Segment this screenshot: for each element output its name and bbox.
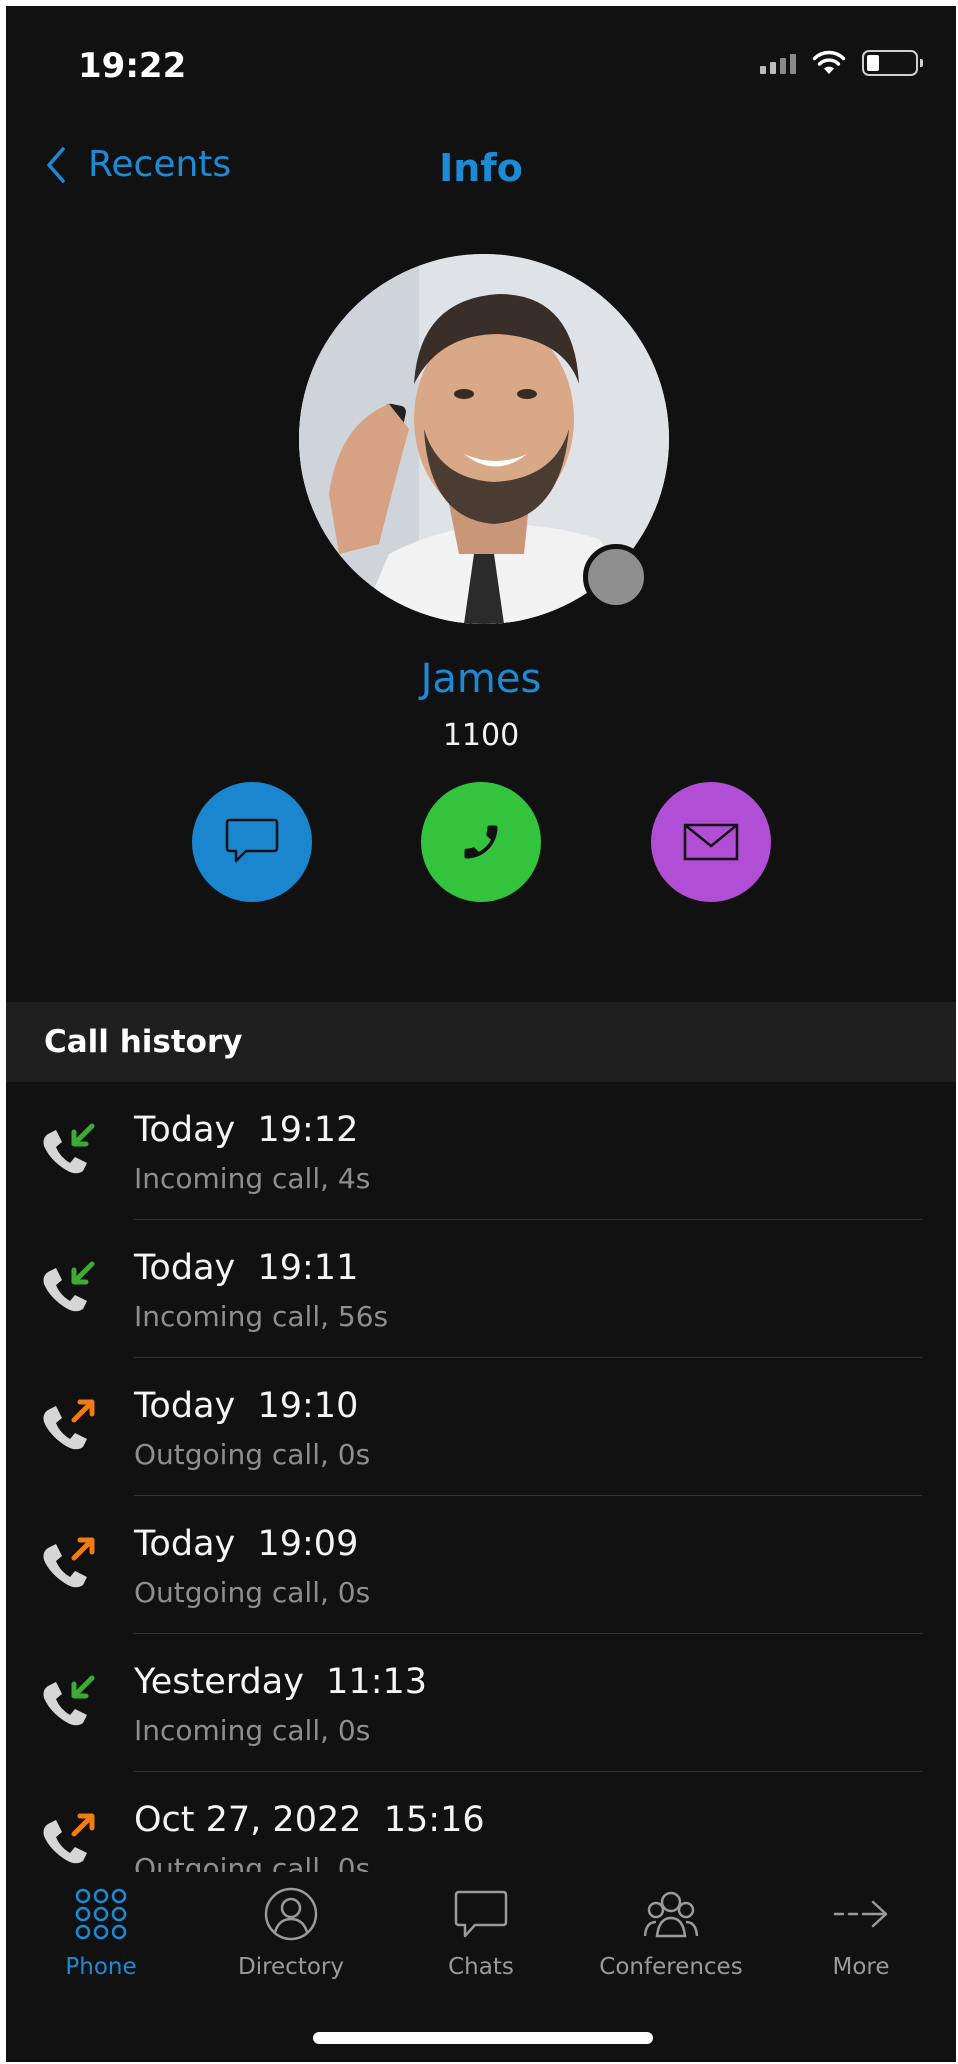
list-item[interactable]: Oct 27, 2022 15:16 Outgoing call, 0s (6, 1772, 956, 1872)
chat-button[interactable] (192, 782, 312, 902)
tab-chats[interactable]: Chats (386, 1886, 576, 1980)
call-button[interactable] (421, 782, 541, 902)
tab-label: Phone (65, 1954, 137, 1980)
list-item[interactable]: Yesterday 11:13 Incoming call, 0s (6, 1634, 956, 1772)
contact-name: James (420, 656, 542, 702)
list-item[interactable]: Today 19:11 Incoming call, 56s (6, 1220, 956, 1358)
group-icon (643, 1891, 699, 1938)
call-description: Outgoing call, 0s (134, 1438, 371, 1471)
tab-label: Directory (237, 1954, 344, 1980)
tab-label: Chats (448, 1954, 514, 1980)
call-history-title: Call history (44, 1024, 243, 1060)
call-description: Incoming call, 56s (134, 1300, 389, 1333)
chat-bubble-icon (454, 1890, 508, 1938)
outgoing-call-icon (43, 1399, 95, 1450)
status-time: 19:22 (78, 46, 187, 86)
page-title: Info (439, 146, 523, 190)
tab-label: Conferences (599, 1954, 743, 1980)
list-item[interactable]: Today 19:12 Incoming call, 4s (6, 1082, 956, 1220)
arrow-right-icon (833, 1900, 888, 1928)
call-description: Incoming call, 4s (134, 1162, 371, 1195)
call-time: Today 19:10 (134, 1386, 359, 1426)
incoming-call-icon (43, 1261, 95, 1312)
tab-phone[interactable]: Phone (6, 1886, 196, 1980)
call-time: Today 19:12 (134, 1110, 359, 1150)
phone-screen: 19:22 Recents Info James 1100 Call histo… (6, 6, 956, 2062)
outgoing-call-icon (43, 1813, 95, 1864)
phone-icon (464, 825, 498, 859)
tab-more[interactable]: More (766, 1886, 956, 1980)
chat-bubble-icon (225, 818, 279, 863)
incoming-call-icon (43, 1675, 95, 1726)
list-item[interactable]: Today 19:10 Outgoing call, 0s (6, 1358, 956, 1496)
battery-icon (862, 50, 923, 76)
call-time: Oct 27, 2022 15:16 (134, 1800, 485, 1840)
call-description: Outgoing call, 0s (134, 1852, 371, 1872)
call-history-list[interactable]: Today 19:12 Incoming call, 4s Today 19:1… (6, 1082, 956, 1872)
person-icon (264, 1887, 318, 1941)
call-time: Today 19:11 (134, 1248, 359, 1288)
list-item[interactable]: Today 19:09 Outgoing call, 0s (6, 1496, 956, 1634)
envelope-icon (683, 823, 739, 861)
outgoing-call-icon (43, 1537, 95, 1588)
call-history-header: Call history (6, 1002, 956, 1082)
email-button[interactable] (651, 782, 771, 902)
status-icons (760, 50, 923, 76)
home-indicator (313, 2032, 653, 2044)
dialpad-icon (75, 1888, 127, 1940)
contact-avatar (299, 254, 669, 624)
presence-indicator (583, 544, 649, 610)
signal-icon (760, 52, 796, 74)
call-time: Today 19:09 (134, 1524, 359, 1564)
tab-label: More (832, 1954, 890, 1980)
tab-directory[interactable]: Directory (196, 1886, 386, 1980)
call-description: Outgoing call, 0s (134, 1576, 371, 1609)
contact-extension: 1100 (442, 718, 520, 753)
call-time: Yesterday 11:13 (134, 1662, 428, 1702)
tab-conferences[interactable]: Conferences (576, 1886, 766, 1980)
call-description: Incoming call, 0s (134, 1714, 371, 1747)
wifi-icon (812, 50, 846, 74)
incoming-call-icon (43, 1123, 95, 1174)
